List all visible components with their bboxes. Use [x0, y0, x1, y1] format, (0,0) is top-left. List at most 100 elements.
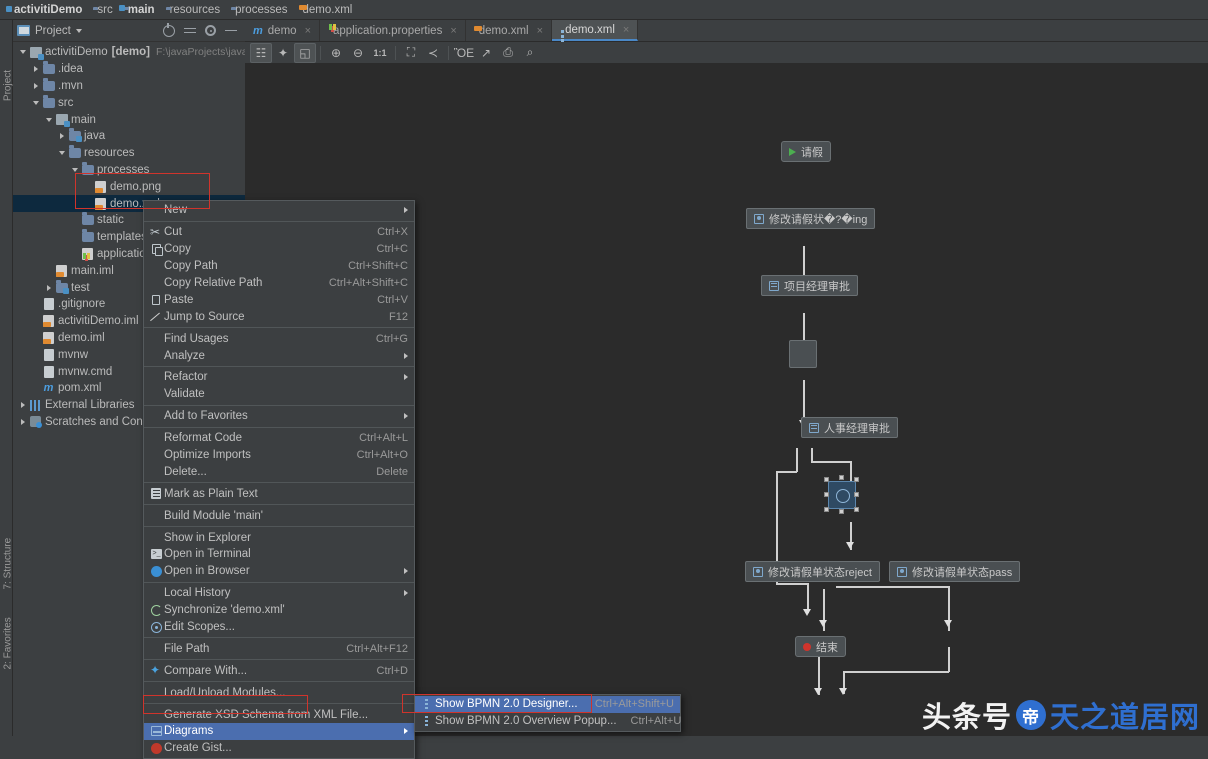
menu-item-generate-xsd-schema-from-xml-file[interactable]: Generate XSD Schema from XML File...: [144, 706, 414, 723]
chevron-right-icon[interactable]: [17, 402, 28, 409]
selection-handle[interactable]: [824, 477, 829, 482]
menu-item-show-bpmn-2-0-overview-popup[interactable]: Show BPMN 2.0 Overview Popup... Ctrl+Alt+…: [415, 713, 681, 730]
context-menu[interactable]: New ✂ Cut Ctrl+X Copy Ctrl+C Copy Path Ctrl+Shi…: [143, 200, 415, 759]
diagram-node-task2[interactable]: 项目经理审批: [761, 275, 858, 296]
menu-item-paste[interactable]: Paste Ctrl+V: [144, 291, 414, 308]
menu-item-copy-relative-path[interactable]: Copy Relative Path Ctrl+Alt+Shift+C: [144, 275, 414, 292]
menu-item-open-in-browser[interactable]: Open in Browser: [144, 563, 414, 580]
menu-item-validate[interactable]: Validate: [144, 386, 414, 403]
menu-item-find-usages[interactable]: Find Usages Ctrl+G: [144, 330, 414, 347]
share-icon[interactable]: ≺: [422, 43, 444, 63]
menu-item-add-to-favorites[interactable]: Add to Favorites: [144, 408, 414, 425]
settings-sliders-icon[interactable]: ☷: [250, 42, 272, 63]
side-tab-project[interactable]: Project: [3, 62, 14, 110]
diagrams-submenu[interactable]: Show BPMN 2.0 Designer... Ctrl+Alt+Shift+…: [414, 694, 681, 732]
print-icon[interactable]: ⎙: [497, 43, 519, 63]
diagram-node-task3[interactable]: 人事经理审批: [801, 417, 898, 438]
breadcrumb-item-demo-xml[interactable]: demo.xml: [295, 0, 360, 20]
close-icon[interactable]: ×: [305, 25, 311, 37]
selection-handle[interactable]: [854, 477, 859, 482]
menu-item-show-in-explorer[interactable]: Show in Explorer: [144, 529, 414, 546]
menu-item-refactor[interactable]: Refactor: [144, 369, 414, 386]
menu-item-compare-with[interactable]: ✦ Compare With... Ctrl+D: [144, 662, 414, 679]
menu-item-edit-scopes[interactable]: Edit Scopes...: [144, 619, 414, 636]
selection-handle[interactable]: [824, 507, 829, 512]
side-tab-structure[interactable]: 7: Structure: [3, 538, 14, 590]
diagram-node-gateway1[interactable]: [789, 340, 817, 368]
menu-item-delete[interactable]: Delete... Delete: [144, 463, 414, 480]
menu-item-load-unload-modules[interactable]: Load/Unload Modules...: [144, 684, 414, 701]
menu-item-cut[interactable]: ✂ Cut Ctrl+X: [144, 224, 414, 241]
zoom-in-icon[interactable]: ⊕: [325, 43, 347, 63]
breadcrumb-item-processes[interactable]: processes: [227, 0, 294, 20]
menu-item-optimize-imports[interactable]: Optimize Imports Ctrl+Alt+O: [144, 447, 414, 464]
tree-item-main[interactable]: main: [13, 111, 245, 128]
actual-size-icon[interactable]: 1:1: [369, 43, 391, 63]
menu-item-show-bpmn-2-0-designer[interactable]: Show BPMN 2.0 Designer... Ctrl+Alt+Shift+…: [415, 696, 680, 713]
layout-icon[interactable]: ◱: [294, 42, 316, 63]
close-icon[interactable]: ×: [623, 24, 629, 36]
chevron-down-icon[interactable]: [43, 117, 54, 122]
zoom-out-icon[interactable]: ⊖: [347, 43, 369, 63]
search-icon[interactable]: ⌕: [519, 43, 541, 63]
breadcrumb-item-src[interactable]: src: [89, 0, 119, 20]
locate-icon[interactable]: [163, 22, 175, 37]
menu-item-file-path[interactable]: File Path Ctrl+Alt+F12: [144, 640, 414, 657]
chevron-down-icon[interactable]: [17, 50, 28, 55]
magic-wand-icon[interactable]: ✦: [272, 43, 294, 63]
diagram-node-task4[interactable]: 修改请假单状态reject: [745, 561, 880, 582]
tree-item-src[interactable]: src: [13, 94, 245, 111]
chevron-right-icon[interactable]: [30, 66, 41, 73]
selection-handle[interactable]: [839, 509, 844, 514]
editor-tab-demo[interactable]: m demo ×: [245, 20, 320, 41]
tree-item-resources[interactable]: resources: [13, 145, 245, 162]
diagram-node-task1[interactable]: 修改请假状�?�ing: [746, 208, 876, 229]
menu-item-build-module-main[interactable]: Build Module 'main': [144, 507, 414, 524]
menu-item-new[interactable]: New: [144, 202, 414, 219]
selection-handle[interactable]: [854, 507, 859, 512]
selection-handle[interactable]: [839, 475, 844, 480]
close-icon[interactable]: ×: [537, 25, 543, 37]
menu-item-jump-to-source[interactable]: Jump to Source F12: [144, 308, 414, 325]
menu-item-create-gist[interactable]: Create Gist...: [144, 740, 414, 757]
chevron-right-icon[interactable]: [17, 418, 28, 425]
diagram-node-start[interactable]: 请假: [781, 141, 831, 162]
selection-handle[interactable]: [854, 492, 859, 497]
tree-item-activitidemo[interactable]: activitiDemo [demo] F:\javaProjects\javawe: [13, 44, 261, 61]
gear-icon[interactable]: [205, 25, 216, 36]
menu-item-copy[interactable]: Copy Ctrl+C: [144, 241, 414, 258]
selection-handle[interactable]: [824, 492, 829, 497]
editor-tab-demo-xml[interactable]: demo.xml ×: [466, 20, 553, 41]
menu-item-synchronize-demo-xml[interactable]: Synchronize 'demo.xml': [144, 602, 414, 619]
breadcrumb-item-activitidemo[interactable]: activitiDemo: [6, 0, 89, 20]
side-tab-favorites[interactable]: 2: Favorites: [3, 617, 14, 669]
project-panel-title[interactable]: Project: [17, 25, 82, 37]
minimize-icon[interactable]: [225, 25, 237, 37]
chevron-right-icon[interactable]: [56, 133, 67, 140]
tree-item--idea[interactable]: .idea: [13, 61, 245, 78]
chevron-down-icon[interactable]: [69, 167, 80, 172]
editor-tab-application-properties[interactable]: application.properties ×: [320, 20, 466, 41]
tree-item--mvn[interactable]: .mvn: [13, 77, 245, 95]
breadcrumb-item-resources[interactable]: resources: [162, 0, 228, 20]
menu-item-copy-path[interactable]: Copy Path Ctrl+Shift+C: [144, 258, 414, 275]
chevron-down-icon[interactable]: [56, 151, 67, 156]
diagram-node-gateway2[interactable]: [828, 481, 856, 509]
chevron-down-icon[interactable]: [30, 100, 41, 105]
diagram-node-task5[interactable]: 修改请假单状态pass: [889, 561, 1021, 582]
chevron-right-icon[interactable]: [43, 284, 54, 291]
menu-item-reformat-code[interactable]: Reformat Code Ctrl+Alt+L: [144, 430, 414, 447]
tree-item-demo-png[interactable]: demo.png: [13, 178, 245, 195]
tree-item-processes[interactable]: processes: [13, 161, 245, 179]
save-icon[interactable]: ὋE: [453, 43, 475, 63]
chevron-down-icon[interactable]: [75, 28, 82, 33]
collapse-all-icon[interactable]: [184, 25, 196, 37]
tree-item-java[interactable]: java: [13, 128, 245, 145]
diagram-node-end[interactable]: 结束: [795, 636, 846, 657]
fit-content-icon[interactable]: ⛶: [400, 43, 422, 63]
menu-item-analyze[interactable]: Analyze: [144, 347, 414, 364]
breadcrumb-item-main[interactable]: main: [120, 0, 162, 20]
close-icon[interactable]: ×: [450, 25, 456, 37]
menu-item-local-history[interactable]: Local History: [144, 585, 414, 602]
chevron-right-icon[interactable]: [30, 82, 41, 89]
